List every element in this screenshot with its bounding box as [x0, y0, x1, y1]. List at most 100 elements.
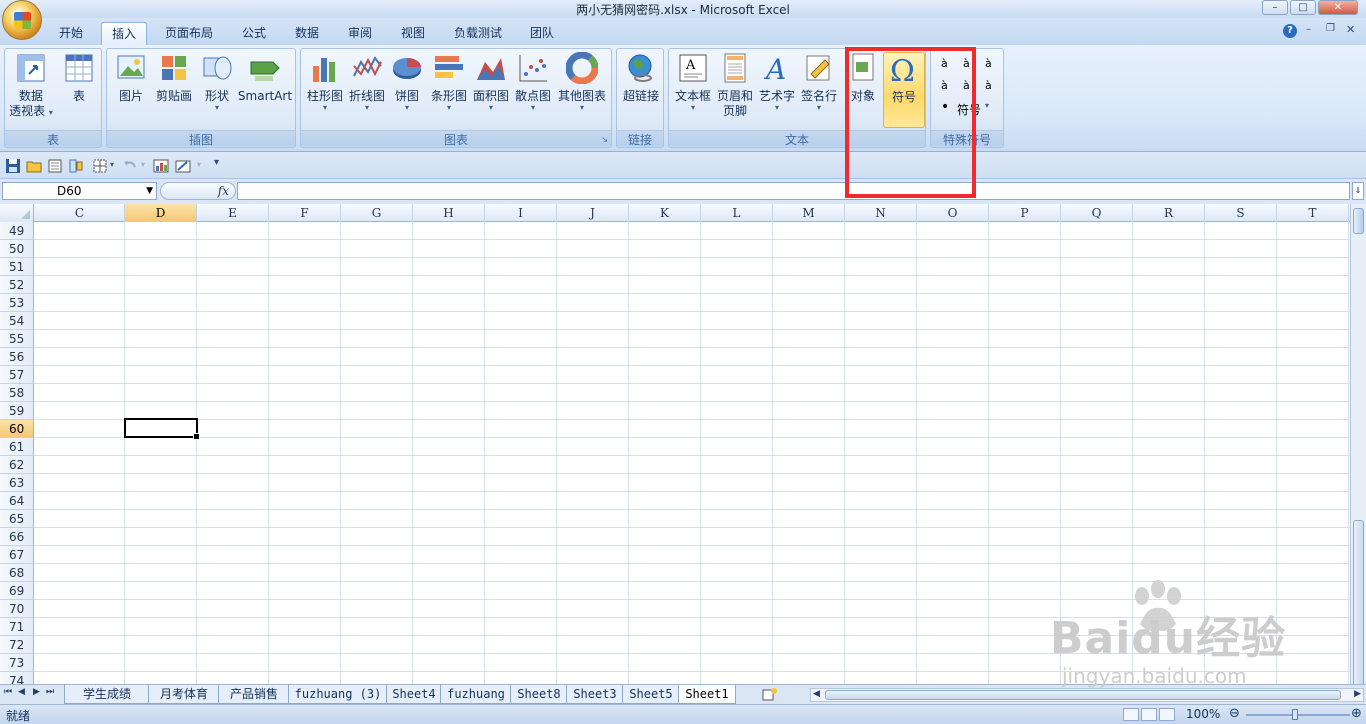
sheet-tab[interactable]: fuzhuang	[440, 685, 512, 704]
column-header-c[interactable]: C	[35, 204, 125, 222]
minimize-button[interactable]: –	[1262, 0, 1288, 15]
row-header-73[interactable]: 73	[0, 654, 34, 672]
picture-button[interactable]: 图片	[111, 52, 151, 104]
column-header-j[interactable]: J	[557, 204, 629, 222]
undo-dropdown-icon[interactable]: ▾	[141, 160, 145, 169]
column-chart-button[interactable]: 柱形图 ▾	[303, 52, 347, 112]
row-header-53[interactable]: 53	[0, 294, 34, 312]
zoom-level[interactable]: 100%	[1186, 707, 1220, 721]
special-char[interactable]: à	[985, 57, 992, 70]
column-header-n[interactable]: N	[845, 204, 917, 222]
scroll-left-icon[interactable]: ◀	[813, 689, 820, 699]
last-sheet-icon[interactable]: ⏭	[46, 687, 54, 697]
tab-page-layout[interactable]: 页面布局	[155, 22, 223, 45]
column-header-o[interactable]: O	[917, 204, 989, 222]
vertical-scrollbar[interactable]	[1350, 204, 1366, 690]
sheet-tab[interactable]: 月考体育	[148, 685, 220, 704]
prev-sheet-icon[interactable]: ◀	[18, 687, 25, 697]
name-box-dropdown-icon[interactable]: ▼	[146, 183, 153, 199]
other-charts-button[interactable]: 其他图表 ▾	[555, 51, 609, 112]
save-icon[interactable]	[5, 158, 21, 174]
table-button[interactable]: 表	[57, 52, 101, 104]
row-header-63[interactable]: 63	[0, 474, 34, 492]
split-box-handle[interactable]	[1353, 208, 1364, 234]
customize-toolbar-icon[interactable]: ▾	[214, 157, 219, 168]
zoom-slider-thumb[interactable]	[1292, 709, 1298, 720]
row-header-50[interactable]: 50	[0, 240, 34, 258]
row-header-65[interactable]: 65	[0, 510, 34, 528]
zoom-out-icon[interactable]: ⊖	[1229, 706, 1240, 721]
column-header-h[interactable]: H	[413, 204, 485, 222]
wordart-button[interactable]: A 艺术字 ▾	[757, 52, 797, 112]
column-header-k[interactable]: K	[629, 204, 701, 222]
column-header-l[interactable]: L	[701, 204, 773, 222]
tab-review[interactable]: 审阅	[337, 22, 383, 45]
print-preview-icon[interactable]	[47, 158, 63, 174]
row-header-71[interactable]: 71	[0, 618, 34, 636]
row-header-56[interactable]: 56	[0, 348, 34, 366]
row-header-62[interactable]: 62	[0, 456, 34, 474]
sheet-tab[interactable]: fuzhuang (3)	[288, 685, 388, 704]
column-header-e[interactable]: E	[197, 204, 269, 222]
horizontal-scroll-thumb[interactable]	[825, 690, 1341, 700]
charts-dialog-launcher-icon[interactable]: ↘	[601, 135, 608, 144]
page-break-view-icon[interactable]	[1159, 708, 1175, 721]
insert-function-button[interactable]: fx	[160, 182, 236, 200]
row-header-68[interactable]: 68	[0, 564, 34, 582]
scroll-right-icon[interactable]: ▶	[1354, 689, 1361, 699]
column-header-g[interactable]: G	[341, 204, 413, 222]
row-header-66[interactable]: 66	[0, 528, 34, 546]
sheet-tab[interactable]: Sheet5	[622, 685, 680, 704]
drawing-icon[interactable]	[175, 158, 191, 174]
row-header-55[interactable]: 55	[0, 330, 34, 348]
area-chart-button[interactable]: 面积图 ▾	[471, 52, 511, 112]
pivot-table-button[interactable]: 数据 透视表 ▾	[7, 52, 55, 119]
clipart-button[interactable]: 剪贴画	[151, 52, 197, 104]
column-header-p[interactable]: P	[989, 204, 1061, 222]
ribbon-minimize-icon[interactable]: –	[1306, 24, 1311, 35]
column-header-d[interactable]: D	[125, 204, 197, 222]
first-sheet-icon[interactable]: ⏮	[4, 687, 12, 697]
help-icon[interactable]: ?	[1283, 24, 1297, 38]
sheet-tab[interactable]: Sheet4	[386, 685, 442, 704]
sheet-tab[interactable]: Sheet8	[510, 685, 568, 704]
column-header-t[interactable]: T	[1277, 204, 1349, 222]
column-header-r[interactable]: R	[1133, 204, 1205, 222]
row-header-69[interactable]: 69	[0, 582, 34, 600]
sheet-tab[interactable]: 学生成绩	[64, 685, 150, 704]
row-header-67[interactable]: 67	[0, 546, 34, 564]
row-header-72[interactable]: 72	[0, 636, 34, 654]
tab-formulas[interactable]: 公式	[231, 22, 277, 45]
sheet-tab[interactable]: 产品销售	[218, 685, 290, 704]
ribbon-restore-icon[interactable]: ❐	[1326, 23, 1335, 34]
sheet-tab[interactable]: Sheet1	[678, 685, 736, 704]
column-header-i[interactable]: I	[485, 204, 557, 222]
zoom-slider[interactable]	[1246, 714, 1350, 716]
close-button[interactable]: ✕	[1318, 0, 1358, 15]
row-header-49[interactable]: 49	[0, 222, 34, 240]
column-header-m[interactable]: M	[773, 204, 845, 222]
tab-load-test[interactable]: 负载测试	[444, 22, 512, 45]
maximize-button[interactable]: □	[1290, 0, 1316, 15]
line-chart-button[interactable]: 折线图 ▾	[347, 52, 387, 112]
tab-team[interactable]: 团队	[519, 22, 565, 45]
special-char[interactable]: à	[985, 79, 992, 92]
horizontal-scrollbar[interactable]: ◀ ▶	[810, 688, 1364, 702]
insert-sheet-icon[interactable]	[762, 687, 778, 701]
page-layout-view-icon[interactable]	[1141, 708, 1157, 721]
vertical-scroll-thumb[interactable]	[1353, 520, 1364, 690]
sheet-tab[interactable]: Sheet3	[566, 685, 624, 704]
name-box[interactable]: D60 ▼	[2, 182, 157, 200]
row-header-70[interactable]: 70	[0, 600, 34, 618]
borders-icon[interactable]	[92, 158, 108, 174]
row-header-57[interactable]: 57	[0, 366, 34, 384]
header-footer-button[interactable]: 页眉和 页脚	[715, 52, 755, 119]
column-header-s[interactable]: S	[1205, 204, 1277, 222]
formula-input[interactable]	[237, 182, 1350, 200]
row-header-59[interactable]: 59	[0, 402, 34, 420]
workbook-close-icon[interactable]: ✕	[1346, 23, 1355, 36]
row-header-51[interactable]: 51	[0, 258, 34, 276]
row-header-61[interactable]: 61	[0, 438, 34, 456]
row-header-74[interactable]: 74	[0, 672, 34, 684]
active-cell[interactable]	[124, 418, 200, 440]
